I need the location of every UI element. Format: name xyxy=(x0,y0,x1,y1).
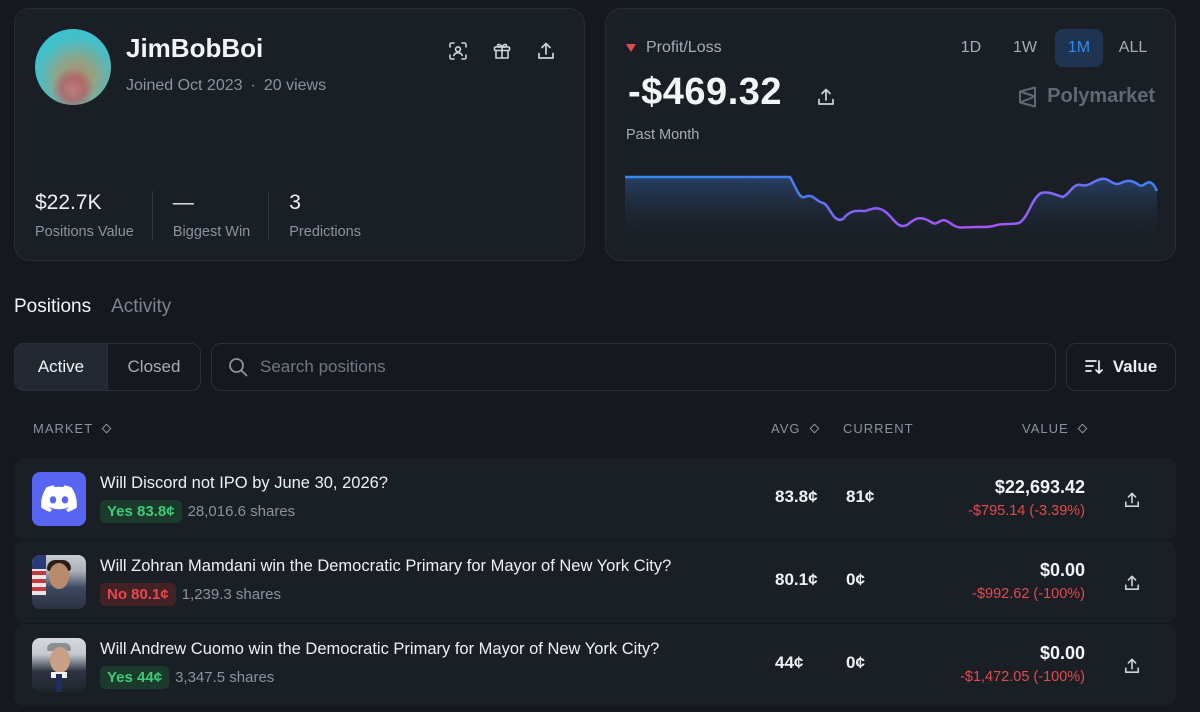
avg-price: 80.1¢ xyxy=(775,570,818,589)
header-value-label: VALUE xyxy=(1022,421,1069,436)
search-box xyxy=(211,343,1056,391)
section-tabs: Positions Activity xyxy=(14,296,171,318)
position-value: $0.00 xyxy=(1039,560,1085,580)
range-selector: 1D 1W 1M ALL xyxy=(947,29,1157,67)
scan-icon[interactable] xyxy=(444,37,472,65)
brand-name: Polymarket xyxy=(1047,85,1155,107)
share-icon[interactable] xyxy=(812,83,840,111)
position-meta: Yes 83.8¢ 28,016.6 shares xyxy=(100,500,295,523)
share-icon[interactable] xyxy=(1118,486,1146,514)
range-1m[interactable]: 1M xyxy=(1055,29,1103,67)
candidate-photo xyxy=(32,555,86,609)
stat-predictions: 3 Predictions xyxy=(268,191,379,240)
pnl-value: -$469.32 xyxy=(628,71,783,113)
pnl-label: Profit/Loss xyxy=(646,39,722,56)
status-toggle: Active Closed xyxy=(14,343,201,391)
gift-icon[interactable] xyxy=(488,37,516,65)
joined-date: Joined Oct 2023 xyxy=(126,77,243,94)
profile-meta: Joined Oct 2023 · 20 views xyxy=(126,77,326,95)
search-input[interactable] xyxy=(260,357,1020,377)
current-price: 0¢ xyxy=(846,570,865,589)
brand-logo: Polymarket xyxy=(1017,85,1155,108)
outcome-badge: Yes 44¢ xyxy=(100,666,170,689)
down-triangle-icon xyxy=(626,44,636,52)
header-avg-label: AVG xyxy=(771,421,801,436)
sort-diamond-icon xyxy=(1077,423,1088,434)
position-value: $0.00 xyxy=(1039,643,1085,663)
avatar xyxy=(35,29,111,105)
face-shape xyxy=(50,647,70,673)
share-count: 28,016.6 shares xyxy=(187,503,296,520)
avg-price: 44¢ xyxy=(775,653,804,672)
range-1w[interactable]: 1W xyxy=(1001,29,1049,67)
sort-icon xyxy=(1084,360,1103,374)
range-all[interactable]: ALL xyxy=(1109,29,1157,67)
closed-filter-button[interactable]: Closed xyxy=(108,344,200,390)
discord-logo-icon xyxy=(32,472,86,526)
pnl-card: Profit/Loss -$469.32 Past Month 1D 1W 1M… xyxy=(605,8,1176,261)
stat-value: 3 xyxy=(289,191,301,214)
polymarket-icon xyxy=(1019,86,1037,107)
flag-image xyxy=(32,555,46,595)
stat-positions-value: $22.7K Positions Value xyxy=(35,191,152,240)
header-current-label: CURRENT xyxy=(843,421,914,436)
share-icon[interactable] xyxy=(532,37,560,65)
tab-positions[interactable]: Positions xyxy=(14,296,91,318)
share-count: 3,347.5 shares xyxy=(175,669,275,686)
current-price: 0¢ xyxy=(846,653,865,672)
pnl-period: Past Month xyxy=(626,127,700,143)
sort-label: Value xyxy=(1112,357,1158,376)
outcome-badge: Yes 83.8¢ xyxy=(100,500,182,523)
position-change: -$992.62 (-100%) xyxy=(972,586,1085,602)
pnl-header: Profit/Loss xyxy=(626,39,722,57)
market-question[interactable]: Will Andrew Cuomo win the Democratic Pri… xyxy=(100,640,659,659)
tab-activity[interactable]: Activity xyxy=(111,296,171,318)
market-question[interactable]: Will Discord not IPO by June 30, 2026? xyxy=(100,474,388,493)
view-count: 20 views xyxy=(263,77,327,94)
profile-actions xyxy=(444,37,560,65)
range-1d[interactable]: 1D xyxy=(947,29,995,67)
header-avg[interactable]: AVG xyxy=(771,421,819,436)
header-value[interactable]: VALUE xyxy=(1022,421,1088,436)
sparkline-area xyxy=(625,177,1157,244)
position-meta: No 80.1¢ 1,239.3 shares xyxy=(100,583,281,606)
header-current: CURRENT xyxy=(843,421,914,436)
sort-diamond-icon xyxy=(101,423,112,434)
face-shape xyxy=(49,563,69,589)
avg-price: 83.8¢ xyxy=(775,487,818,506)
stat-label: Predictions xyxy=(289,224,361,240)
username: JimBobBoi xyxy=(126,33,264,63)
position-change: -$1,472.05 (-100%) xyxy=(960,669,1085,685)
candidate-photo xyxy=(32,638,86,692)
stat-value: $22.7K xyxy=(35,191,102,214)
meta-separator: · xyxy=(250,77,256,94)
stat-biggest-win: — Biggest Win xyxy=(151,191,268,240)
pnl-sparkline xyxy=(625,175,1158,244)
outcome-badge: No 80.1¢ xyxy=(100,583,176,606)
sort-diamond-icon xyxy=(809,423,819,434)
market-question[interactable]: Will Zohran Mamdani win the Democratic P… xyxy=(100,557,671,576)
current-price: 81¢ xyxy=(846,487,875,506)
stat-label: Biggest Win xyxy=(172,224,251,240)
stat-value: — xyxy=(172,191,194,214)
position-row[interactable]: Will Andrew Cuomo win the Democratic Pri… xyxy=(14,624,1176,706)
profile-stats: $22.7K Positions Value — Biggest Win 3 P… xyxy=(35,191,379,240)
search-icon xyxy=(229,358,248,377)
position-change: -$795.14 (-3.39%) xyxy=(968,503,1085,519)
active-filter-button[interactable]: Active xyxy=(15,344,108,390)
share-count: 1,239.3 shares xyxy=(181,586,281,603)
stat-label: Positions Value xyxy=(35,224,134,240)
sort-button[interactable]: Value xyxy=(1066,343,1176,391)
position-row[interactable]: Will Discord not IPO by June 30, 2026? Y… xyxy=(14,458,1176,540)
header-market-label: MARKET xyxy=(33,421,94,436)
profile-card: JimBobBoi Joined Oct 2023 · 20 views $22.7… xyxy=(14,8,585,261)
share-icon[interactable] xyxy=(1118,652,1146,680)
header-market[interactable]: MARKET xyxy=(33,421,112,436)
tie-shape xyxy=(56,674,62,692)
position-row[interactable]: Will Zohran Mamdani win the Democratic P… xyxy=(14,541,1176,623)
position-value: $22,693.42 xyxy=(994,477,1085,497)
position-meta: Yes 44¢ 3,347.5 shares xyxy=(100,666,274,689)
share-icon[interactable] xyxy=(1118,569,1146,597)
